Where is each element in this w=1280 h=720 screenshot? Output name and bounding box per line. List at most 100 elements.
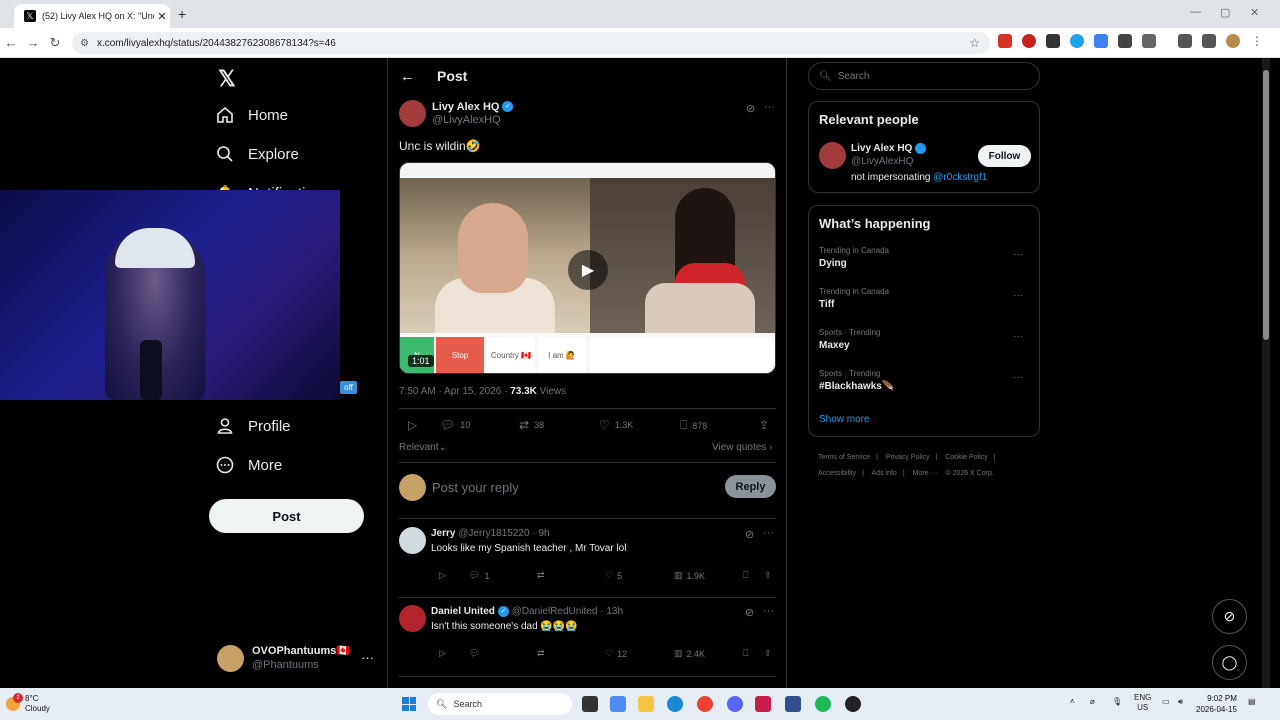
extension-icon[interactable] bbox=[1094, 34, 1108, 48]
messages-fab-icon[interactable]: ◯ bbox=[1212, 645, 1247, 680]
bookmark-button[interactable]: ⎕ bbox=[743, 570, 748, 581]
reply-button[interactable]: 💬︎ bbox=[469, 648, 480, 659]
back-arrow-icon[interactable]: ← bbox=[400, 68, 415, 85]
copilot-icon[interactable] bbox=[610, 696, 626, 712]
footer-link[interactable]: Terms of Service bbox=[818, 454, 870, 461]
repost-button[interactable]: ⇄ bbox=[537, 648, 545, 659]
reply-item[interactable]: Daniel United ✓ @DanielRedUnited · 13h ⊘ … bbox=[399, 605, 776, 675]
task-view-icon[interactable] bbox=[582, 696, 598, 712]
spotify-icon[interactable] bbox=[815, 696, 831, 712]
discord-icon[interactable] bbox=[727, 696, 743, 712]
footer-link[interactable]: Accessibility bbox=[818, 470, 856, 477]
more-dots-icon[interactable]: ··· bbox=[763, 527, 774, 539]
bio-link[interactable]: @r0ckstrgf1 bbox=[933, 172, 987, 183]
footer-link[interactable]: Privacy Policy bbox=[886, 454, 930, 461]
trend-item[interactable]: Trending in Canada Dying ··· bbox=[819, 246, 1031, 269]
language-indicator[interactable]: ENG US bbox=[1134, 693, 1151, 713]
bookmark-button[interactable]: ⎕ 878 bbox=[680, 418, 707, 433]
tray-chevron-icon[interactable]: ˄ bbox=[1070, 697, 1075, 706]
like-button[interactable]: ♡ 12 bbox=[605, 648, 627, 659]
views-button[interactable]: ▥ 1.9K bbox=[674, 570, 705, 581]
post-button[interactable]: Post bbox=[209, 499, 364, 533]
nav-more[interactable]: More bbox=[216, 456, 282, 474]
more-dots-icon[interactable]: ··· bbox=[1013, 249, 1023, 260]
reply-submit-button[interactable]: Reply bbox=[725, 475, 776, 498]
weather-widget[interactable]: 2 8°C Cloudy bbox=[6, 693, 50, 714]
app-icon[interactable] bbox=[785, 696, 801, 712]
footer-link[interactable]: Cookie Policy bbox=[945, 454, 987, 461]
show-more-link[interactable]: Show more bbox=[819, 414, 870, 425]
volume-icon[interactable]: 🔊︎ bbox=[1178, 697, 1183, 707]
share-button[interactable]: ⇪ bbox=[759, 418, 769, 432]
address-bar[interactable]: ⚙ x.com/livyalexhq/status/20443827623086… bbox=[72, 32, 990, 54]
download-icon[interactable] bbox=[1178, 34, 1192, 48]
taskbar-search[interactable]: 🔍︎ Search bbox=[428, 693, 572, 715]
nav-explore[interactable]: Explore bbox=[216, 145, 299, 163]
reply-button[interactable]: 💬︎ 10 bbox=[440, 418, 470, 432]
account-switcher[interactable]: OVOPhantuums🇨🇦 @Phantuums ··· bbox=[217, 644, 374, 672]
nav-profile[interactable]: Profile bbox=[216, 417, 291, 435]
search-input[interactable]: 🔍︎ Search bbox=[808, 62, 1040, 90]
extension-icon[interactable] bbox=[1046, 34, 1060, 48]
more-dots-icon[interactable]: ··· bbox=[1013, 372, 1023, 383]
footer-link[interactable]: Ads info bbox=[872, 470, 897, 477]
play-icon[interactable]: ▶ bbox=[568, 250, 608, 290]
like-button[interactable]: ♡ 5 bbox=[605, 570, 622, 581]
extension-icon[interactable] bbox=[1070, 34, 1084, 48]
mic-icon[interactable]: 🎙︎ bbox=[1112, 697, 1122, 706]
footer-link[interactable]: More ··· bbox=[913, 470, 938, 477]
grok-fab-icon[interactable]: ⊘ bbox=[1212, 599, 1247, 634]
share-button[interactable]: ⇪ bbox=[764, 570, 772, 581]
network-icon[interactable]: ⌀ bbox=[1090, 697, 1095, 706]
forward-icon[interactable]: → bbox=[22, 35, 44, 50]
follow-button[interactable]: Follow bbox=[978, 145, 1031, 167]
app-icon[interactable] bbox=[755, 696, 771, 712]
notifications-icon[interactable]: ▤ bbox=[1248, 697, 1256, 706]
more-dots-icon[interactable]: ··· bbox=[361, 650, 374, 665]
sort-relevant-dropdown[interactable]: Relevant⌄ bbox=[399, 442, 447, 453]
display-icon[interactable]: ▭ bbox=[1162, 697, 1170, 706]
more-dots-icon[interactable]: ··· bbox=[763, 605, 774, 617]
chrome-icon[interactable] bbox=[697, 696, 713, 712]
grok-icon[interactable]: ⊘ bbox=[746, 102, 755, 115]
trend-item[interactable]: Trending in Canada Tiff ··· bbox=[819, 287, 1031, 310]
maximize-icon[interactable]: ▢ bbox=[1220, 6, 1230, 19]
share-button[interactable]: ⇪ bbox=[764, 648, 772, 659]
repost-button[interactable]: ⇄ bbox=[537, 570, 545, 581]
repost-button[interactable]: ⇄ 38 bbox=[519, 418, 544, 432]
play-views-button[interactable]: ▷ bbox=[408, 418, 417, 432]
site-info-icon[interactable]: ⚙ bbox=[80, 38, 89, 49]
relevant-person[interactable]: Livy Alex HQ ✓ @LivyAlexHQ not impersonat… bbox=[819, 142, 987, 183]
scrollbar-thumb[interactable] bbox=[1263, 70, 1269, 340]
play-views-button[interactable]: ▷ bbox=[439, 648, 446, 659]
trend-item[interactable]: Sports · Trending Maxey ··· bbox=[819, 328, 1031, 351]
close-tab-icon[interactable]: ✕ bbox=[154, 10, 170, 23]
more-dots-icon[interactable]: ··· bbox=[764, 101, 775, 113]
reload-icon[interactable]: ↻ bbox=[44, 35, 66, 51]
back-icon[interactable]: ← bbox=[0, 35, 22, 50]
play-views-button[interactable]: ▷ bbox=[439, 570, 446, 581]
profile-avatar[interactable] bbox=[1226, 34, 1240, 48]
more-dots-icon[interactable]: ··· bbox=[1013, 331, 1023, 342]
view-quotes-link[interactable]: View quotes › bbox=[712, 442, 772, 453]
scrollbar[interactable] bbox=[1262, 58, 1270, 688]
extension-icon[interactable] bbox=[1022, 34, 1036, 48]
views-button[interactable]: ▥ 2.4K bbox=[674, 648, 705, 659]
browser-tab[interactable]: 𝕏 (52) Livy Alex HQ on X: "Unc is ✕ bbox=[14, 4, 170, 28]
extension-icon[interactable] bbox=[998, 34, 1012, 48]
close-window-icon[interactable]: ✕ bbox=[1250, 6, 1259, 19]
nav-home[interactable]: Home bbox=[216, 106, 288, 124]
x-logo-icon[interactable]: 𝕏 bbox=[218, 66, 236, 92]
windows-start-icon[interactable] bbox=[402, 697, 416, 711]
like-button[interactable]: ♡ 1.3K bbox=[599, 418, 633, 432]
reply-input[interactable]: Post your reply bbox=[432, 480, 519, 495]
menu-dots-icon[interactable]: ⋮ bbox=[1250, 34, 1264, 48]
reply-item[interactable]: Jerry @Jerry1815220 · 9h ⊘ ··· Looks lik… bbox=[399, 527, 776, 597]
grok-icon[interactable]: ⊘ bbox=[745, 528, 754, 541]
tweet-video[interactable]: ▶ N Stop Country 🇨🇦 I am 🙋 1:01 bbox=[399, 162, 776, 374]
new-tab-icon[interactable]: + bbox=[178, 6, 186, 22]
minimize-icon[interactable]: — bbox=[1190, 6, 1201, 18]
bookmark-button[interactable]: ⎕ bbox=[743, 648, 748, 659]
extension-icon[interactable] bbox=[1118, 34, 1132, 48]
trend-item[interactable]: Sports · Trending #Blackhawks🪶 ··· bbox=[819, 369, 1031, 392]
